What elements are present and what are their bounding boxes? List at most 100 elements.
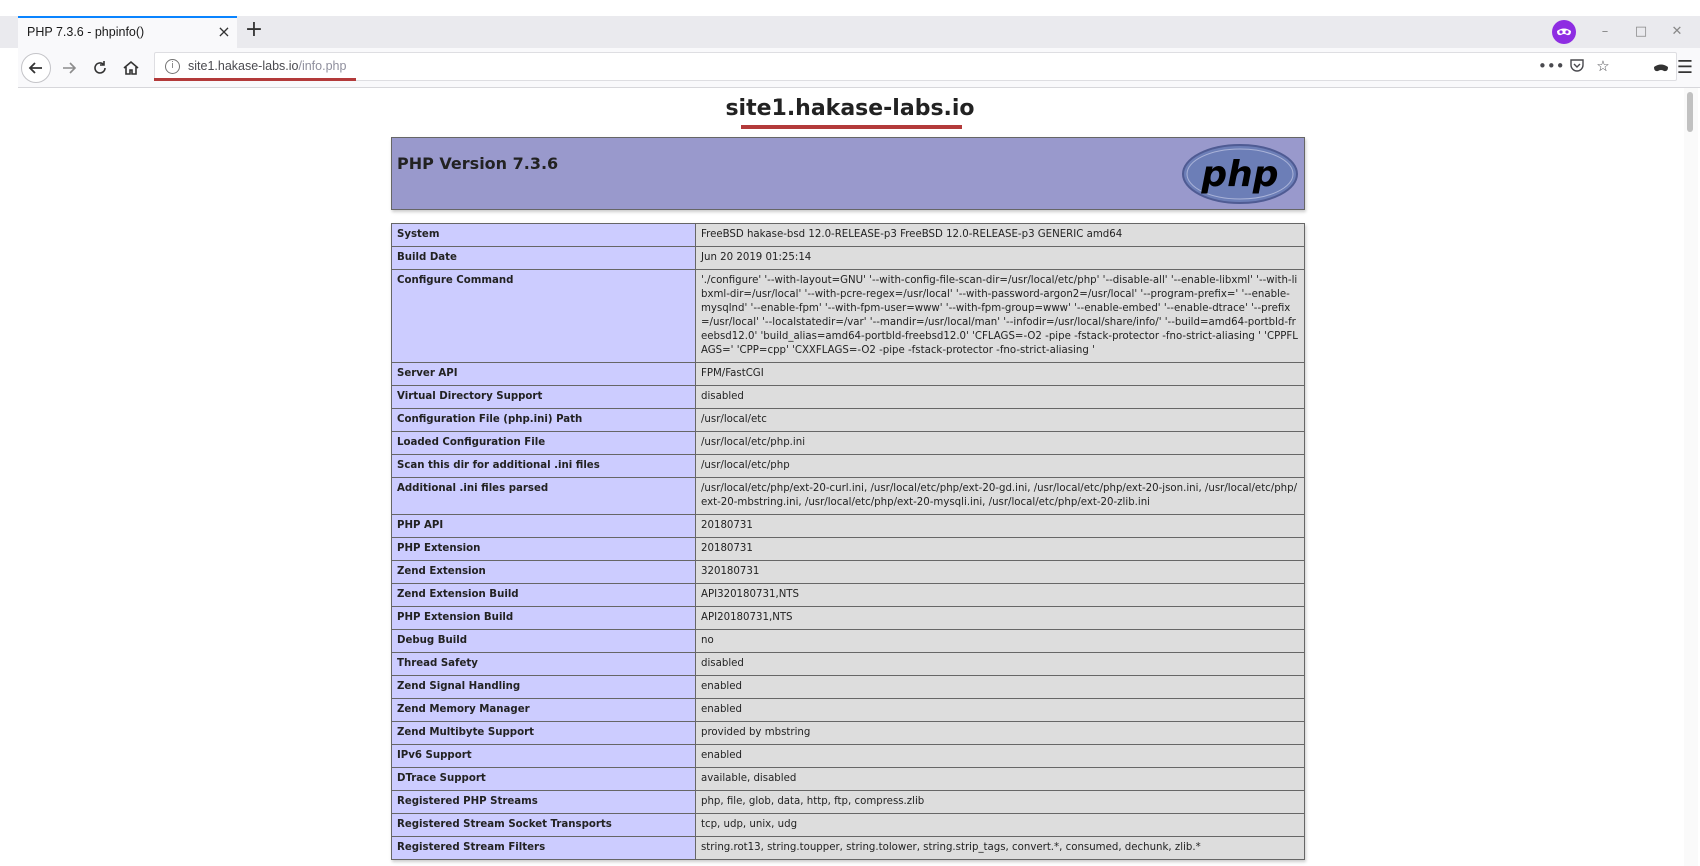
new-tab-button[interactable]: + — [243, 19, 265, 42]
row-value: enabled — [695, 698, 1305, 722]
navigation-toolbar: i site1.hakase-labs.io/info.php ••• ☆ ☰ — [18, 48, 1700, 88]
back-icon — [28, 62, 42, 74]
row-value: API320180731,NTS — [695, 583, 1305, 607]
row-value: Jun 20 2019 01:25:14 — [695, 246, 1305, 270]
table-row: Registered Stream Filters string.rot13, s… — [391, 836, 1305, 860]
row-key: Scan this dir for additional .ini files — [391, 454, 696, 478]
row-key: PHP Extension — [391, 537, 696, 561]
table-row: Zend Memory Manager enabled — [391, 698, 1305, 722]
row-value: php, file, glob, data, http, ftp, compre… — [695, 790, 1305, 814]
table-row: System FreeBSD hakase-bsd 12.0-RELEASE-p3… — [391, 223, 1305, 247]
table-row: Registered PHP Streams php, file, glob, d… — [391, 790, 1305, 814]
table-row: Virtual Directory Support disabled — [391, 385, 1305, 409]
row-key: Configuration File (php.ini) Path — [391, 408, 696, 432]
row-value: disabled — [695, 652, 1305, 676]
row-value: FPM/FastCGI — [695, 362, 1305, 386]
minimize-button[interactable]: – — [1593, 20, 1617, 44]
row-value: tcp, udp, unix, udg — [695, 813, 1305, 837]
table-row: Zend Extension Build API320180731,NTS — [391, 583, 1305, 607]
row-value: disabled — [695, 385, 1305, 409]
row-key: Zend Extension — [391, 560, 696, 584]
table-row: Loaded Configuration File/usr/local/etc/… — [391, 431, 1305, 455]
row-key: Server API — [391, 362, 696, 386]
row-value: 20180731 — [695, 514, 1305, 538]
table-row: Zend Multibyte Support provided by mbstri… — [391, 721, 1305, 745]
row-key: Thread Safety — [391, 652, 696, 676]
row-key: Zend Signal Handling — [391, 675, 696, 699]
tab-title: PHP 7.3.6 - phpinfo() — [27, 25, 145, 39]
hostname-annotation-underline — [741, 125, 962, 129]
home-button[interactable] — [116, 53, 146, 83]
table-row: Configuration File (php.ini) Path/usr/lo… — [391, 408, 1305, 432]
mask-glyph — [1654, 64, 1668, 72]
reload-button[interactable] — [85, 53, 115, 83]
info-icon[interactable]: i — [165, 59, 180, 74]
row-key: Registered PHP Streams — [391, 790, 696, 814]
table-row: Additional .ini files parsed/usr/local/e… — [391, 477, 1305, 515]
bookmark-star-icon[interactable]: ☆ — [1591, 57, 1615, 75]
row-key: Additional .ini files parsed — [391, 477, 696, 515]
row-key: Virtual Directory Support — [391, 385, 696, 409]
address-bar[interactable]: i site1.hakase-labs.io/info.php ••• ☆ — [154, 52, 1677, 81]
url-annotation-underline — [154, 78, 356, 81]
row-key: DTrace Support — [391, 767, 696, 791]
row-key: Registered Stream Socket Transports — [391, 813, 696, 837]
row-key: Registered Stream Filters — [391, 836, 696, 860]
close-icon[interactable]: × — [214, 22, 234, 42]
row-value: './configure' '--with-layout=GNU' '--wit… — [695, 269, 1305, 363]
table-row: IPv6 Support enabled — [391, 744, 1305, 768]
row-value: /usr/local/etc/php — [695, 454, 1305, 478]
phpinfo-table: System FreeBSD hakase-bsd 12.0-RELEASE-p3… — [391, 223, 1305, 860]
table-row: Debug Build no — [391, 629, 1305, 653]
close-window-button[interactable]: ✕ — [1665, 20, 1689, 44]
pocket-glyph — [1570, 59, 1584, 72]
back-button[interactable] — [21, 53, 51, 83]
table-row: PHP Extension 20180731 — [391, 537, 1305, 561]
forward-button[interactable] — [54, 53, 84, 83]
row-value: enabled — [695, 744, 1305, 768]
page-actions-icon[interactable]: ••• — [1538, 57, 1565, 75]
tab-phpinfo[interactable]: PHP 7.3.6 - phpinfo() × — [18, 16, 237, 48]
row-key: PHP Extension Build — [391, 606, 696, 630]
row-value: enabled — [695, 675, 1305, 699]
row-key: IPv6 Support — [391, 744, 696, 768]
row-key: Build Date — [391, 246, 696, 270]
row-key: PHP API — [391, 514, 696, 538]
table-row: Scan this dir for additional .ini files /… — [391, 454, 1305, 478]
table-row: Thread Safety disabled — [391, 652, 1305, 676]
row-value: available, disabled — [695, 767, 1305, 791]
pocket-icon[interactable] — [1565, 57, 1589, 77]
phpinfo-table-body: System FreeBSD hakase-bsd 12.0-RELEASE-p3… — [391, 223, 1305, 860]
reload-icon — [94, 61, 106, 74]
row-value: string.rot13, string.toupper, string.tol… — [695, 836, 1305, 860]
row-value: provided by mbstring — [695, 721, 1305, 745]
url-path: /info.php — [298, 59, 347, 73]
page-hostname-heading: site1.hakase-labs.io — [725, 96, 975, 121]
table-row: Server API FPM/FastCGI — [391, 362, 1305, 386]
row-key: System — [391, 223, 696, 247]
table-row: Zend Extension 320180731 — [391, 560, 1305, 584]
tab-bar: PHP 7.3.6 - phpinfo() × + – □ ✕ — [0, 16, 1700, 48]
table-row: Registered Stream Socket Transports tcp, … — [391, 813, 1305, 837]
vertical-scrollbar[interactable] — [1684, 88, 1698, 866]
window-top-strip — [0, 0, 1700, 16]
url-text[interactable]: site1.hakase-labs.io/info.php — [188, 59, 346, 73]
row-value: 20180731 — [695, 537, 1305, 561]
row-value: FreeBSD hakase-bsd 12.0-RELEASE-p3 FreeB… — [695, 223, 1305, 247]
table-row: Zend Signal Handling enabled — [391, 675, 1305, 699]
maximize-button[interactable]: □ — [1629, 20, 1653, 44]
php-version-title: PHP Version 7.3.6 — [397, 154, 559, 173]
table-row: Configure Command './configure' '--with-l… — [391, 269, 1305, 363]
row-key: Zend Extension Build — [391, 583, 696, 607]
php-logo-text: php — [1200, 154, 1278, 195]
row-key: Debug Build — [391, 629, 696, 653]
row-value: /usr/local/etc — [695, 408, 1305, 432]
row-key: Loaded Configuration File — [391, 431, 696, 455]
table-row: PHP API 20180731 — [391, 514, 1305, 538]
php-version-header: PHP Version 7.3.6 php — [391, 137, 1305, 210]
url-host: site1.hakase-labs.io — [188, 59, 299, 73]
menu-icon[interactable]: ☰ — [1670, 53, 1700, 83]
row-value: /usr/local/etc/php.ini — [695, 431, 1305, 455]
row-value: /usr/local/etc/php/ext-20-curl.ini, /usr… — [695, 477, 1305, 515]
private-mask-icon[interactable] — [1552, 20, 1576, 44]
